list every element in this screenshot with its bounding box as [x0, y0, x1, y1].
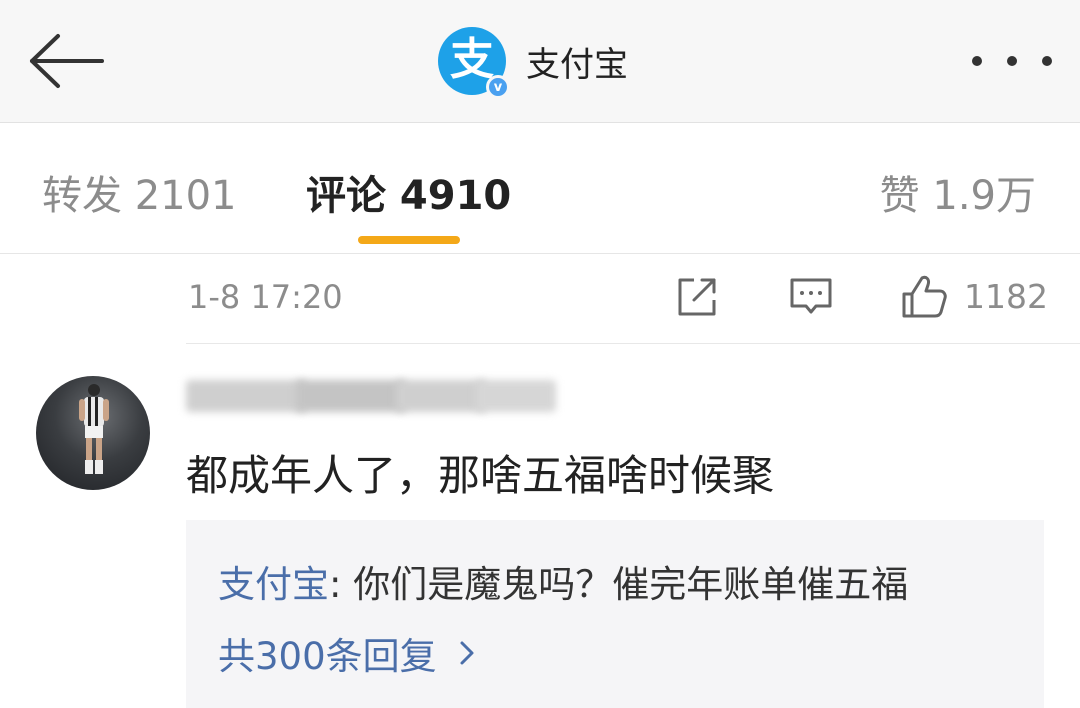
like-button[interactable]: 1182 [900, 272, 1048, 320]
back-button[interactable] [28, 32, 108, 90]
tab-comments[interactable]: 评论 4910 [306, 163, 511, 221]
top-nav-bar: 支 v 支付宝 [0, 0, 1080, 123]
account-title[interactable]: 支 v 支付宝 [438, 26, 628, 99]
verified-badge-icon: v [486, 75, 510, 99]
reply-text: 你们是魔鬼吗？催完年账单催五福 [353, 563, 909, 606]
reply-author-link[interactable]: 支付宝 [218, 563, 329, 606]
comment-icon [790, 278, 832, 314]
more-dots-icon [1007, 56, 1017, 66]
divider [186, 343, 1080, 344]
share-icon [678, 278, 716, 316]
active-tab-indicator [358, 236, 460, 244]
comment-text: 都成年人了，那啥五福啥时候聚 [186, 451, 775, 500]
page-title: 支付宝 [526, 44, 628, 85]
reply-count-label: 共300条回复 [218, 635, 437, 678]
reply-line: 支付宝: 你们是魔鬼吗？催完年账单催五福 [218, 554, 908, 608]
comment-button[interactable] [788, 274, 834, 324]
more-dots-icon [972, 56, 982, 66]
more-button[interactable] [972, 44, 1052, 78]
logo-glyph: 支 [450, 34, 494, 85]
more-dots-icon [1042, 56, 1052, 66]
tab-bar: 转发 2101 评论 4910 赞 1.9万 [0, 123, 1080, 254]
reply-separator: : [329, 563, 354, 606]
arrow-left-icon [30, 34, 104, 88]
share-button[interactable] [674, 274, 720, 324]
reply-preview[interactable]: 支付宝: 你们是魔鬼吗？催完年账单催五福 共300条回复 [186, 520, 1044, 708]
alipay-logo-icon: 支 v [438, 27, 510, 99]
thumb-up-icon [902, 275, 947, 318]
tab-likes[interactable]: 赞 1.9万 [880, 163, 1036, 221]
like-count: 1182 [964, 276, 1048, 316]
chevron-right-icon [460, 641, 474, 665]
username-blurred[interactable] [186, 372, 558, 420]
avatar[interactable] [36, 376, 150, 490]
post-timestamp: 1-8 17:20 [188, 278, 343, 316]
player-figure-icon [79, 384, 109, 474]
tab-reposts[interactable]: 转发 2101 [42, 163, 237, 221]
post-meta-row: 1-8 17:20 1182 [0, 254, 1080, 344]
view-all-replies-link[interactable]: 共300条回复 [218, 626, 475, 680]
